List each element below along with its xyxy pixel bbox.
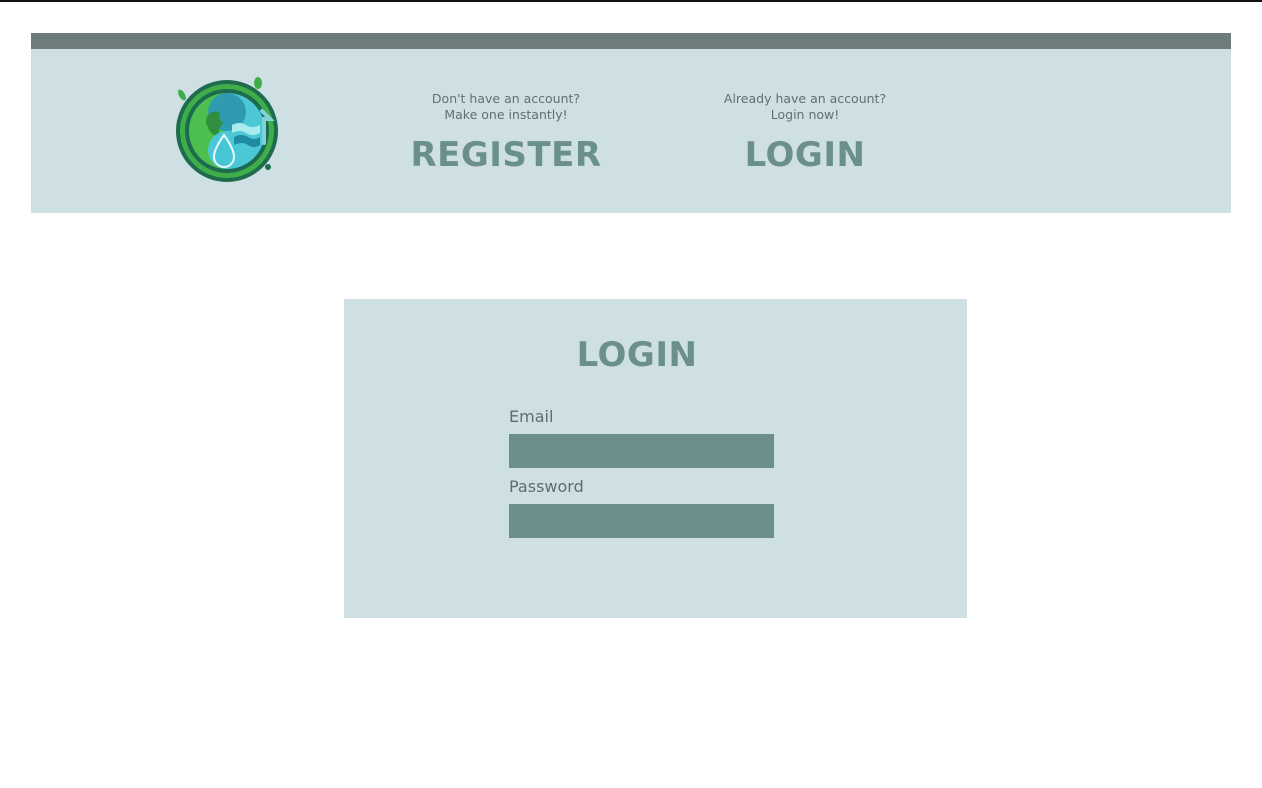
top-border (0, 0, 1262, 2)
register-block: Don't have an account? Make one instantl… (404, 91, 608, 175)
login-block: Already have an account? Login now! LOGI… (703, 91, 907, 175)
site-header: Don't have an account? Make one instantl… (31, 33, 1231, 213)
password-field[interactable] (509, 504, 774, 538)
email-field[interactable] (509, 434, 774, 468)
register-link[interactable]: REGISTER (404, 135, 608, 175)
password-label: Password (509, 477, 584, 496)
register-hint: Don't have an account? Make one instantl… (431, 91, 581, 122)
login-link[interactable]: LOGIN (703, 135, 907, 175)
login-form-card: LOGIN Email Password (344, 299, 967, 618)
login-hint: Already have an account? Login now! (723, 91, 887, 122)
email-label: Email (509, 407, 554, 426)
header-top-bar (31, 33, 1231, 49)
earth-water-logo-icon[interactable] (172, 75, 284, 185)
login-form-title: LOGIN (576, 335, 698, 375)
